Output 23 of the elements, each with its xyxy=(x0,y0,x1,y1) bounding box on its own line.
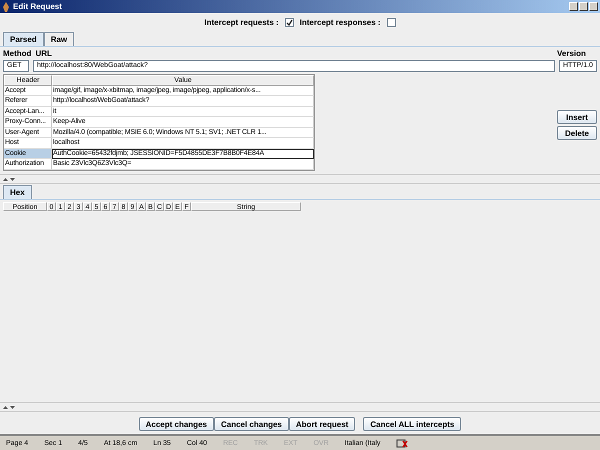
action-button[interactable]: Accept changes xyxy=(138,417,214,431)
action-button[interactable]: Cancel changes xyxy=(214,417,289,431)
action-button[interactable]: Abort request xyxy=(288,417,356,431)
side-button[interactable]: Delete xyxy=(557,126,597,140)
action-button[interactable]: Cancel ALL intercepts xyxy=(363,417,462,431)
tab[interactable]: Parsed xyxy=(3,32,44,46)
checkbox[interactable] xyxy=(386,18,396,26)
side-button[interactable]: Insert xyxy=(557,110,597,124)
tab[interactable]: Raw xyxy=(44,32,74,46)
field-label: Method xyxy=(3,49,32,58)
splitter-arrows-icon[interactable] xyxy=(3,404,15,410)
checkbox[interactable] xyxy=(284,18,294,26)
field-label: URL xyxy=(35,49,52,58)
window-title: Edit Request xyxy=(13,2,62,11)
tab[interactable]: Hex xyxy=(3,185,32,199)
close-button[interactable] xyxy=(589,2,598,11)
field-label: Version xyxy=(557,49,587,58)
app-icon xyxy=(2,2,10,12)
checkbox-label: Intercept responses : xyxy=(300,18,381,26)
minimize-button[interactable] xyxy=(569,2,578,11)
splitter-arrows-icon[interactable] xyxy=(3,176,15,182)
checkbox-label: Intercept requests : xyxy=(204,18,279,26)
maximize-button[interactable] xyxy=(579,2,588,11)
